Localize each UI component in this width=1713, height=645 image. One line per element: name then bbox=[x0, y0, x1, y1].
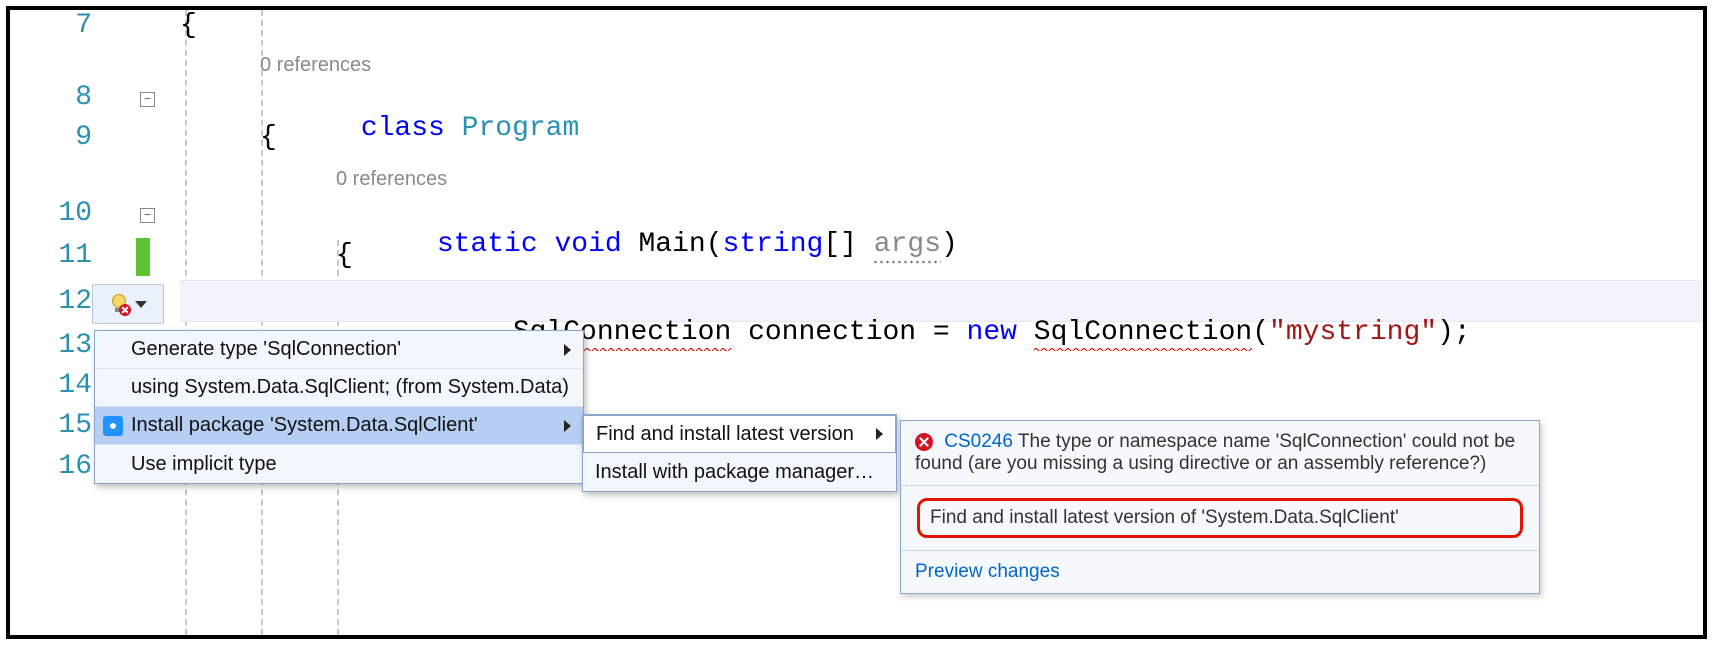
chevron-right-icon bbox=[564, 344, 571, 356]
code-text: Program bbox=[462, 113, 580, 144]
submenu-item-package-manager[interactable]: Install with package manager… bbox=[583, 453, 896, 491]
install-package-submenu: Find and install latest version Install … bbox=[582, 414, 897, 492]
line-number: 10 bbox=[58, 198, 92, 229]
preview-changes-section: Preview changes bbox=[901, 551, 1539, 593]
menu-item-label: Install with package manager… bbox=[595, 461, 874, 484]
code-lens[interactable]: 0 references bbox=[336, 168, 447, 191]
line-number: 13 bbox=[58, 330, 92, 361]
line-number: 8 bbox=[75, 82, 92, 113]
line-number: 12 bbox=[58, 286, 92, 317]
quick-actions-button[interactable] bbox=[92, 284, 164, 324]
menu-item-add-using[interactable]: using System.Data.SqlClient; (from Syste… bbox=[95, 369, 583, 407]
indent-guide bbox=[185, 10, 187, 635]
code-text: { bbox=[180, 10, 197, 41]
line-number: 9 bbox=[75, 122, 92, 153]
menu-item-implicit-type[interactable]: Use implicit type bbox=[95, 445, 583, 483]
submenu-item-find-install-latest[interactable]: Find and install latest version bbox=[583, 415, 896, 453]
gutter: 7 8 9 10 11 12 13 14 15 16 bbox=[10, 10, 100, 635]
error-token[interactable]: SqlConnection bbox=[1034, 317, 1252, 351]
menu-item-generate-type[interactable]: Generate type 'SqlConnection' bbox=[95, 331, 583, 369]
quick-actions-menu: Generate type 'SqlConnection' using Syst… bbox=[94, 330, 584, 484]
preview-action-title: Find and install latest version of 'Syst… bbox=[930, 507, 1399, 528]
error-code: CS0246 bbox=[944, 431, 1013, 452]
line-number: 14 bbox=[58, 370, 92, 401]
preview-changes-link[interactable]: Preview changes bbox=[915, 561, 1060, 582]
line-number: 16 bbox=[58, 451, 92, 482]
code-editor[interactable]: 7 8 9 10 11 12 13 14 15 16 − − { 0 refer… bbox=[10, 10, 1703, 635]
menu-item-label: Install package 'System.Data.SqlClient' bbox=[131, 414, 478, 437]
code-text: { bbox=[336, 240, 353, 271]
menu-item-label: Find and install latest version bbox=[596, 423, 854, 446]
package-icon bbox=[103, 416, 123, 436]
chevron-down-icon bbox=[135, 301, 147, 308]
error-icon bbox=[915, 433, 933, 451]
fold-toggle-icon[interactable]: − bbox=[140, 208, 155, 223]
code-text: class bbox=[361, 113, 445, 144]
line-number: 11 bbox=[58, 240, 92, 271]
menu-item-label: using System.Data.SqlClient; (from Syste… bbox=[131, 376, 569, 399]
menu-item-label: Use implicit type bbox=[131, 453, 277, 476]
line-number: 7 bbox=[75, 10, 92, 41]
lightbulb-error-icon bbox=[109, 294, 129, 314]
line-number: 15 bbox=[58, 410, 92, 441]
change-indicator bbox=[136, 238, 150, 276]
preview-action-title-highlight: Find and install latest version of 'Syst… bbox=[917, 498, 1523, 538]
quick-action-preview-panel: CS0246 The type or namespace name 'SqlCo… bbox=[900, 420, 1540, 594]
code-lens[interactable]: 0 references bbox=[260, 54, 371, 77]
menu-item-install-package[interactable]: Install package 'System.Data.SqlClient' bbox=[95, 407, 583, 445]
menu-item-label: Generate type 'SqlConnection' bbox=[131, 338, 401, 361]
fold-toggle-icon[interactable]: − bbox=[140, 92, 155, 107]
chevron-right-icon bbox=[876, 428, 883, 440]
chevron-right-icon bbox=[564, 420, 571, 432]
preview-title-section: Find and install latest version of 'Syst… bbox=[901, 486, 1539, 551]
error-description: CS0246 The type or namespace name 'SqlCo… bbox=[901, 421, 1539, 486]
code-text: { bbox=[260, 122, 277, 153]
